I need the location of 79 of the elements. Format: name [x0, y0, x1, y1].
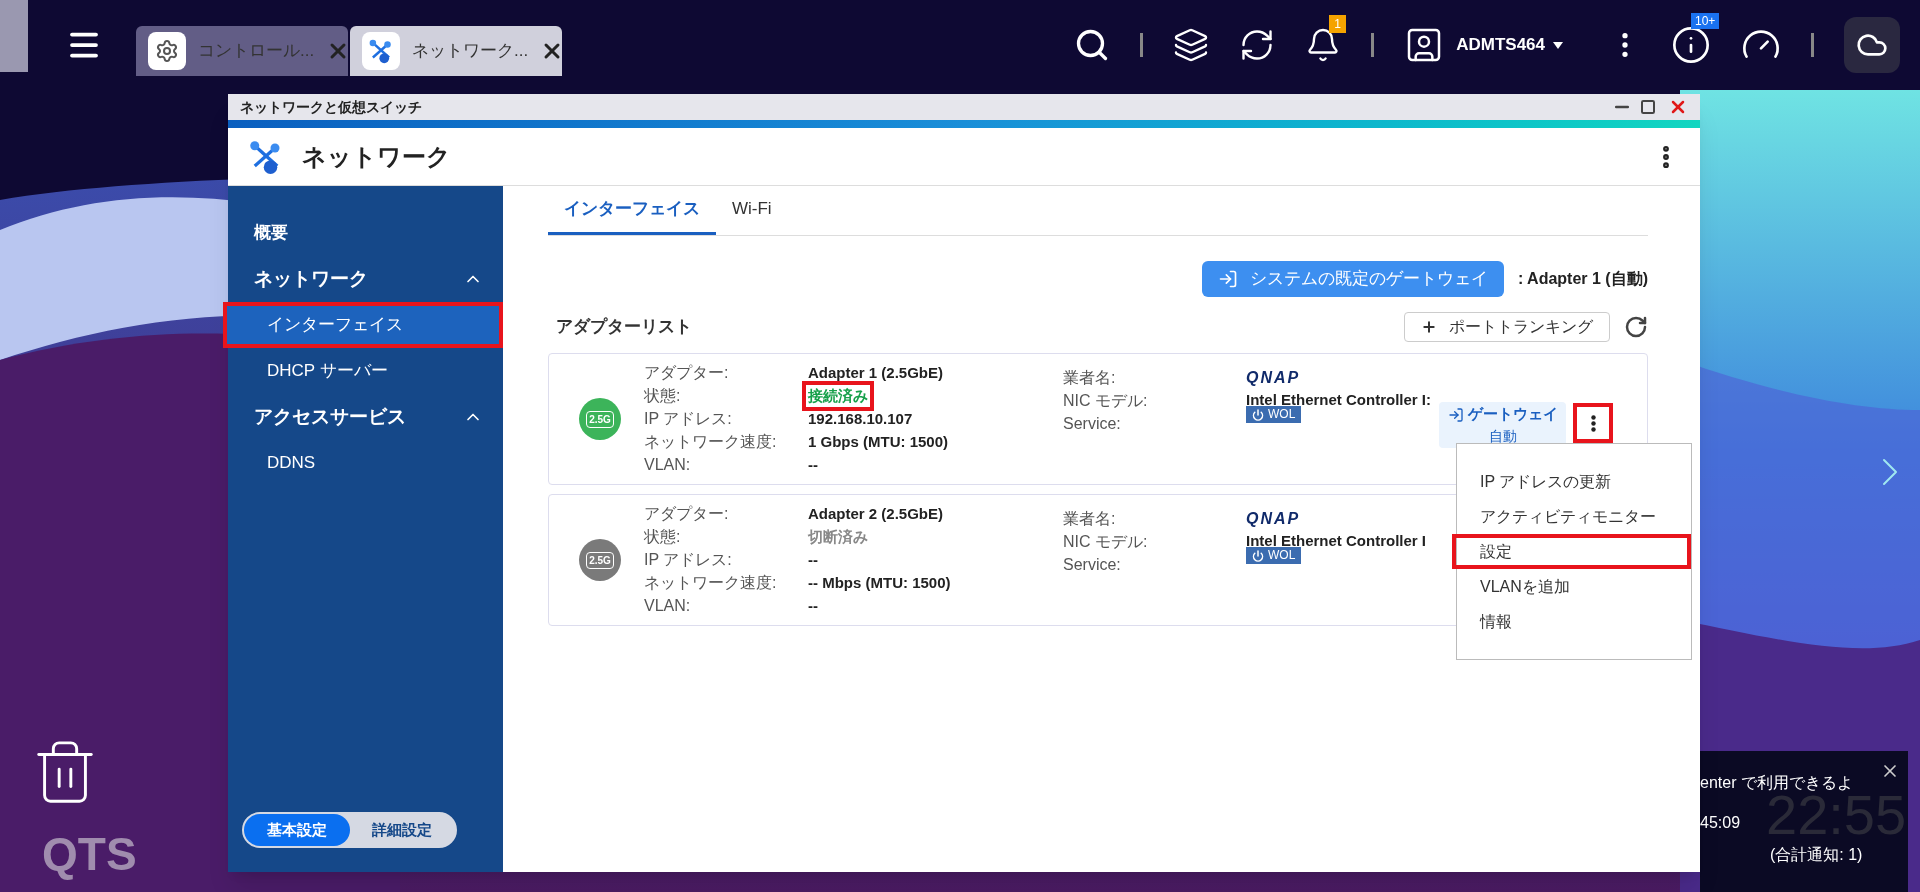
status-text: 切断済み — [807, 526, 869, 547]
gateway-value: : Adapter 1 (自動) — [1517, 269, 1648, 289]
gateway-label: ゲートウェイ — [1467, 404, 1558, 425]
network-icon — [368, 38, 394, 64]
menu-item[interactable]: IP アドレスの更新 — [1452, 464, 1691, 499]
mode-toggle-option[interactable]: 詳細設定 — [349, 814, 455, 846]
field-value: -- — [808, 549, 818, 570]
tab-label: コントロール... — [198, 40, 315, 63]
stack-icon[interactable] — [1173, 27, 1210, 63]
field-label: VLAN: — [644, 596, 692, 616]
field-label: 状態: — [644, 527, 682, 547]
section-title: アダプターリスト — [556, 316, 692, 339]
field-label: 業者名: — [1063, 508, 1117, 529]
field-label: 状態: — [644, 386, 682, 406]
field-value: -- — [808, 454, 818, 475]
field-value: Intel Ethernet Controller I — [1246, 531, 1426, 550]
port-trunking-button[interactable]: ポートトランキング — [1404, 312, 1610, 342]
refresh-icon[interactable] — [1624, 315, 1648, 339]
user-name[interactable]: ADMTS464 — [1456, 32, 1545, 58]
sidebar-heading[interactable]: アクセスサービス — [254, 402, 406, 432]
power-icon — [1252, 549, 1264, 562]
adapter-icon: 2.5G — [579, 398, 621, 440]
cloud-button[interactable] — [1844, 17, 1900, 73]
wol-badge: WOL — [1246, 406, 1302, 423]
tab[interactable]: インターフェイス — [548, 186, 716, 235]
field-label: Service: — [1063, 554, 1122, 575]
adapter-icon: 2.5G — [579, 539, 621, 581]
mode-toggle-option[interactable]: 基本設定 — [244, 814, 350, 846]
field-label: 業者名: — [1063, 367, 1117, 388]
sidebar-item[interactable]: DHCP サーバー — [223, 348, 503, 394]
power-icon — [1252, 408, 1264, 421]
caret-icon[interactable] — [1553, 41, 1563, 49]
tab-label: ネットワーク... — [412, 40, 529, 63]
field-label: NIC モデル: — [1063, 531, 1149, 552]
wol-badge: WOL — [1246, 547, 1302, 564]
field-label: IP アドレス: — [644, 550, 733, 570]
gear-icon — [155, 39, 179, 63]
info-count: 10+ — [1691, 13, 1720, 29]
field-value: Intel Ethernet Controller I: — [1246, 390, 1431, 409]
window-title: ネットワークと仮想スイッチ — [240, 97, 422, 117]
sidebar-item[interactable]: インターフェイス — [223, 302, 503, 348]
tab[interactable]: Wi-Fi — [716, 186, 788, 235]
app-title: ネットワーク — [302, 141, 451, 172]
field-label: IP アドレス: — [644, 409, 733, 429]
menu-item[interactable]: VLANを追加 — [1452, 569, 1691, 604]
field-label: アダプター: — [644, 504, 730, 524]
sidebar-heading[interactable]: ネットワーク — [254, 264, 368, 294]
gateway-chip[interactable]: ゲートウェイ 自動 — [1439, 402, 1566, 448]
field-label: NIC モデル: — [1063, 390, 1149, 411]
field-label: VLAN: — [644, 455, 692, 475]
status-text: 接続済み — [802, 380, 874, 412]
field-value: Adapter 2 (2.5GbE) — [808, 503, 944, 524]
field-label: アダプター: — [644, 363, 730, 383]
field-label: ネットワーク速度: — [644, 432, 778, 452]
menu-item[interactable]: アクティビティモニター — [1452, 499, 1691, 534]
gateway-icon — [1447, 406, 1464, 423]
field-label: ネットワーク速度: — [644, 573, 778, 593]
field-value: -- — [808, 595, 818, 616]
more-icon — [1590, 414, 1596, 432]
field-label: Service: — [1063, 413, 1122, 434]
field-value: 1 Gbps (MTU: 1500) — [808, 431, 949, 452]
field-value: -- Mbps (MTU: 1500) — [808, 572, 951, 593]
vendor-logo: QNAP — [1246, 508, 1301, 529]
notification-count: 1 — [1329, 15, 1346, 33]
plus-icon — [1421, 319, 1437, 335]
gateway-mode: 自動 — [1488, 426, 1517, 446]
desktop-logo: QTS — [42, 827, 137, 882]
menu-item[interactable]: 設定 — [1452, 534, 1691, 569]
vendor-logo: QNAP — [1246, 367, 1301, 388]
menu-item[interactable]: 情報 — [1452, 604, 1691, 639]
more-button[interactable] — [1573, 403, 1613, 443]
maximize-icon[interactable] — [1640, 99, 1656, 115]
info-icon[interactable] — [1671, 25, 1711, 65]
sidebar-heading[interactable]: 概要 — [254, 220, 288, 246]
gateway-icon — [1217, 269, 1238, 289]
field-value: Adapter 1 (2.5GbE) — [808, 362, 944, 383]
taskbar-tab[interactable]: ネットワーク... — [350, 26, 562, 76]
notification-summary: (合計通知: 1) — [1770, 845, 1863, 865]
sidebar-item[interactable]: DDNS — [223, 440, 503, 486]
